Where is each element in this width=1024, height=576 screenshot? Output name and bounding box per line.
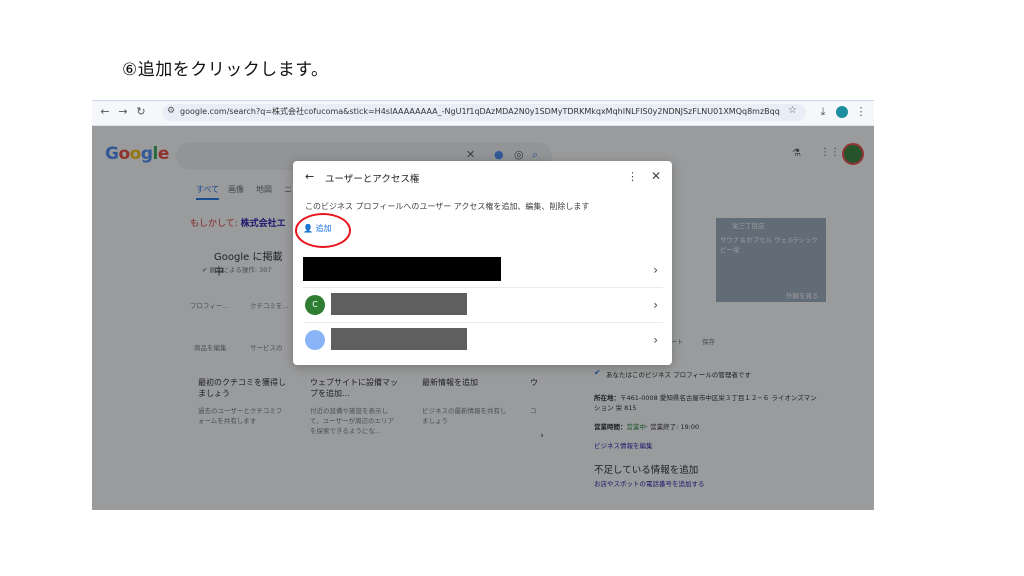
site-info-icon[interactable]: ⚙ [167,106,175,116]
browser-toolbar: ← → ↻ ⚙ google.com/search?q=株式会社cofucoma… [92,101,874,126]
user-row[interactable]: › [293,323,672,357]
dialog-close-icon[interactable]: ✕ [651,169,661,183]
profile-avatar-icon[interactable] [836,106,848,118]
dialog-title: ユーザーとアクセス権 [325,174,420,185]
redacted-name [303,257,501,281]
chevron-right-icon: › [653,263,658,277]
redacted-name [331,293,467,315]
browser-window: ← → ↻ ⚙ google.com/search?q=株式会社cofucoma… [92,100,874,510]
highlight-circle [295,213,351,248]
address-bar[interactable]: ⚙ google.com/search?q=株式会社cofucoma&stick… [162,104,806,121]
user-avatar-icon [305,330,325,350]
menu-kebab-icon[interactable]: ⋮ [854,105,868,119]
search-results-page: Google ✕ ● ◎ ⌕ ⚗ ⋮⋮ すべて 画像 地図 ニ もしかして: 株… [92,126,874,510]
dialog-menu-icon[interactable]: ⋮ [627,170,638,183]
user-row[interactable]: C › [293,288,672,322]
dialog-description: このビジネス プロフィールへのユーザー アクセス権を追加、編集、削除します [305,202,590,211]
chevron-right-icon: › [653,333,658,347]
url-text: google.com/search?q=株式会社cofucoma&stick=H… [180,107,780,116]
download-icon[interactable]: ⤓ [816,105,830,119]
users-access-dialog: ← ユーザーとアクセス権 ⋮ ✕ このビジネス プロフィールへのユーザー アクセ… [293,161,672,365]
user-row[interactable]: › [293,253,672,287]
back-icon[interactable]: ← [98,105,112,119]
dialog-back-icon[interactable]: ← [305,170,314,183]
slide-title: ⑥追加をクリックします。 [122,60,329,80]
user-avatar: C [305,295,325,315]
reload-icon[interactable]: ↻ [134,105,148,119]
redacted-name [331,328,467,350]
chevron-right-icon: › [653,298,658,312]
forward-icon[interactable]: → [116,105,130,119]
bookmark-star-icon[interactable]: ☆ [788,105,797,116]
